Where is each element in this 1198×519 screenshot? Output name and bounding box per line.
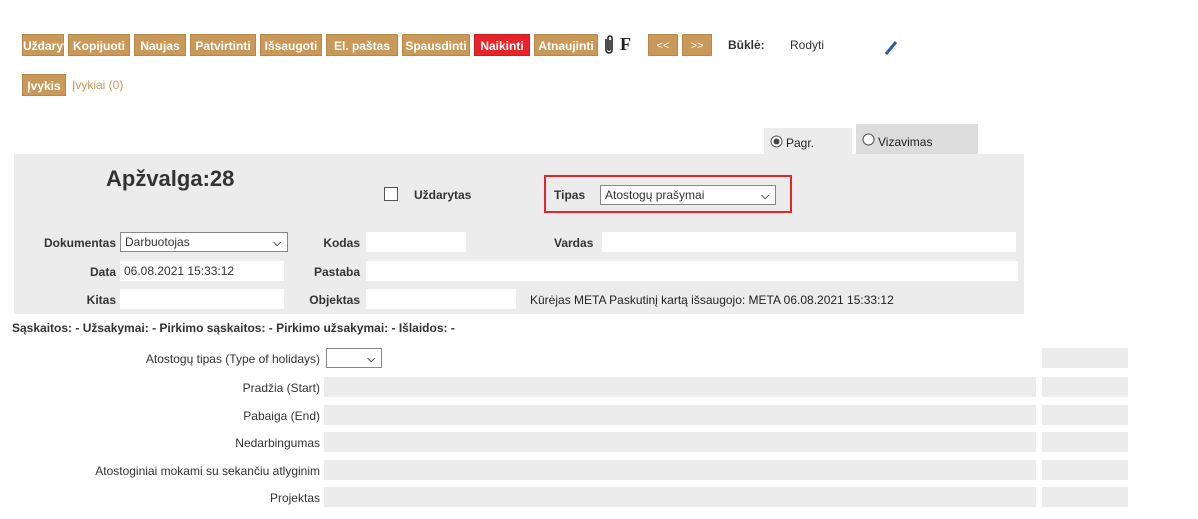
start-extra[interactable]	[1042, 377, 1128, 397]
radio-unchecked-icon	[862, 133, 875, 146]
paperclip-icon[interactable]	[602, 34, 616, 56]
holiday-type-select[interactable]: ⌵	[326, 348, 382, 368]
print-button[interactable]: Spausdinti	[402, 34, 470, 56]
refresh-button[interactable]: Atnaujinti	[534, 34, 598, 56]
chevron-down-icon: ⌵	[367, 354, 375, 365]
holiday-type-label: Atostogų tipas (Type of holidays)	[145, 352, 320, 366]
code-label: Kodas	[323, 236, 360, 250]
chevron-down-icon: ⌵	[761, 191, 769, 202]
end-input[interactable]	[324, 405, 1036, 425]
object-label: Objektas	[309, 293, 360, 307]
f-icon[interactable]: F	[620, 33, 631, 55]
copy-button[interactable]: Kopijuoti	[68, 34, 130, 56]
close-button[interactable]: Uždaryti	[22, 34, 70, 56]
next-button[interactable]: >>	[682, 34, 712, 56]
radio-checked-icon	[770, 135, 783, 148]
date-label: Data	[89, 265, 116, 279]
pay-label: Atostoginiai mokami su sekančiu atlygini…	[95, 464, 320, 478]
disability-input[interactable]	[324, 432, 1036, 452]
projects-input[interactable]	[324, 487, 1036, 507]
state-label: Būklė:	[728, 38, 765, 52]
name-input[interactable]	[602, 232, 1016, 252]
start-input[interactable]	[324, 377, 1036, 397]
other-input[interactable]	[120, 289, 284, 309]
end-extra[interactable]	[1042, 405, 1128, 425]
note-label: Pastaba	[313, 265, 360, 279]
disability-label: Nedarbingumas	[235, 436, 320, 450]
delete-button[interactable]: Naikinti	[474, 34, 530, 56]
code-input[interactable]	[366, 232, 466, 252]
type-select-value: Atostogų prašymai	[605, 188, 705, 202]
type-label: Tipas	[554, 188, 586, 202]
state-input[interactable]: Rodyti	[786, 35, 878, 55]
edit-icon[interactable]	[884, 34, 898, 56]
new-button[interactable]: Naujas	[134, 34, 186, 56]
events-link[interactable]: Įvykiai (0)	[72, 78, 123, 92]
tab-approval-label: Vizavimas	[878, 135, 933, 149]
type-select[interactable]: Atostogų prašymai ⌵	[600, 185, 776, 205]
email-button[interactable]: El. paštas	[326, 34, 398, 56]
document-select[interactable]: Darbuotojas ⌵	[120, 232, 288, 252]
pay-input[interactable]	[324, 460, 1036, 480]
closed-label: Uždarytas	[414, 188, 472, 202]
holiday-type-extra[interactable]	[1042, 348, 1128, 368]
chevron-down-icon: ⌵	[273, 238, 281, 249]
tab-approval[interactable]: Vizavimas	[856, 124, 978, 154]
other-label: Kitas	[86, 293, 116, 307]
document-select-value: Darbuotojas	[125, 235, 190, 249]
page-title: Apžvalga:28	[106, 166, 235, 191]
tab-main-label: Pagr.	[786, 136, 815, 150]
end-label: Pabaiga (End)	[243, 409, 320, 423]
start-label: Pradžia (Start)	[242, 381, 320, 395]
note-input[interactable]	[366, 261, 1018, 281]
closed-checkbox[interactable]	[384, 187, 398, 201]
disability-extra[interactable]	[1042, 432, 1128, 452]
tab-main[interactable]: Pagr.	[764, 128, 852, 154]
name-label: Vardas	[554, 236, 594, 250]
summary-line: Sąskaitos: - Užsakymai: - Pirkimo sąskai…	[12, 321, 455, 335]
prev-button[interactable]: <<	[648, 34, 678, 56]
document-label: Dokumentas	[43, 236, 116, 250]
confirm-button[interactable]: Patvirtinti	[190, 34, 256, 56]
date-input[interactable]: 06.08.2021 15:33:12	[120, 261, 284, 281]
pay-extra[interactable]	[1042, 460, 1128, 480]
projects-extra[interactable]	[1042, 487, 1128, 507]
object-input[interactable]	[366, 289, 516, 309]
projects-label: Projektas	[269, 491, 320, 505]
creator-info: Kūrėjas META Paskutinį kartą išsaugojo: …	[530, 293, 894, 307]
save-button[interactable]: Išsaugoti	[260, 34, 322, 56]
event-button[interactable]: Įvykis	[22, 74, 66, 96]
